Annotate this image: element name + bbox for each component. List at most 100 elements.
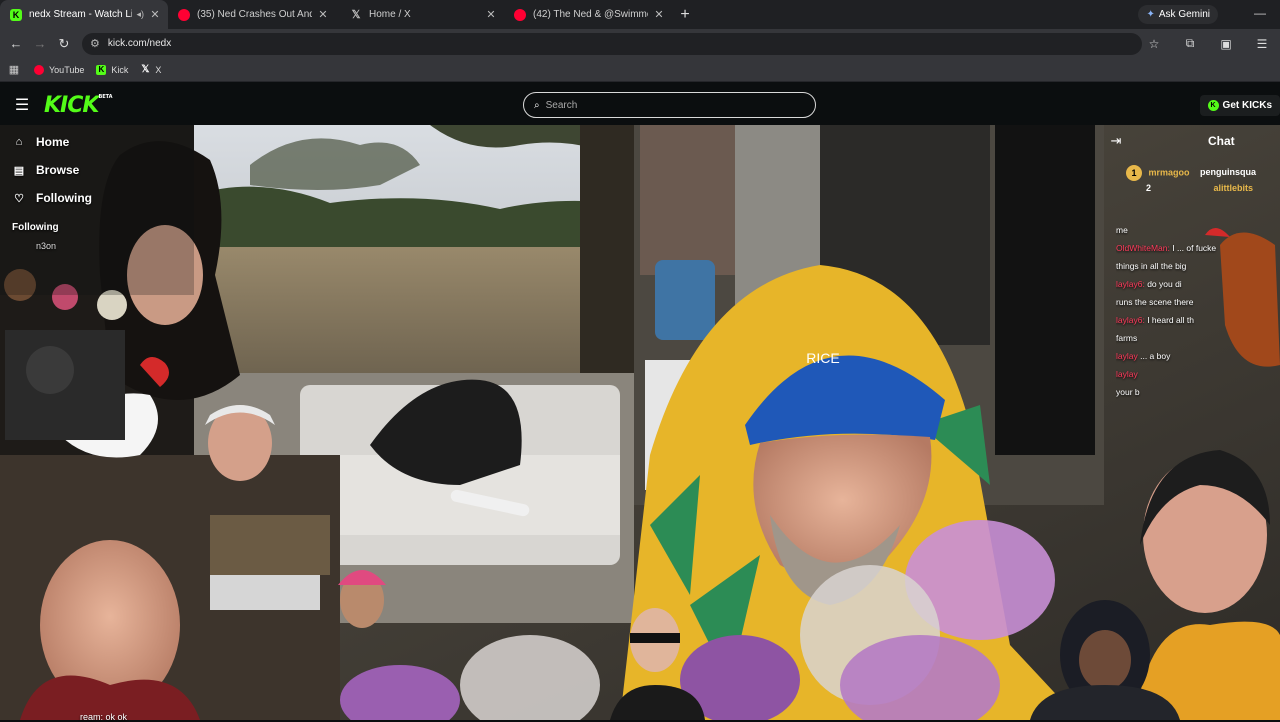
chat-username[interactable]: OldWhiteMan: — [1116, 243, 1170, 253]
hamburger-menu-icon[interactable]: ☰ — [0, 95, 44, 115]
chat-message: OldWhiteMan: I ... of fucke — [1116, 239, 1280, 257]
address-bar-row: ← → ↻ ⚙ kick.com/nedx ☆ ⧉ ▣ ☰ — [0, 29, 1280, 58]
side-panel-icon[interactable]: ▣ — [1208, 37, 1244, 51]
tab-title: (35) Ned Crashes Out And Start — [197, 9, 312, 20]
search-placeholder: Search — [545, 99, 578, 111]
gift-count: 2 — [1146, 183, 1152, 193]
youtube-favicon-icon — [34, 64, 44, 75]
bookmark-star-icon[interactable]: ☆ — [1136, 37, 1172, 51]
speaker-icon[interactable]: ◂) — [136, 9, 144, 20]
chat-panel: ⇥ Chat 1 mrmagoo penguinsqua 2 alittlebi… — [1098, 125, 1280, 425]
heart-icon: ♡ — [14, 192, 24, 205]
new-tab-button[interactable]: + — [672, 6, 698, 24]
kick-favicon-icon: K — [10, 8, 22, 21]
bookmark-kick[interactable]: K Kick — [96, 64, 129, 75]
sidebar-item-label: Home — [36, 135, 70, 149]
tab-title: nedx Stream - Watch Live o — [29, 9, 133, 20]
chat-message: runs the scene there — [1116, 293, 1280, 311]
chat-text: me — [1116, 225, 1128, 235]
x-favicon-icon: 𝕏 — [351, 9, 361, 21]
kick-header: ☰ KICKBETA ⌕ Search K Get KICKs — [0, 85, 1280, 125]
collapse-chat-icon[interactable]: ⇥ — [1098, 133, 1134, 149]
gifter-name[interactable]: mrmagoo — [1149, 167, 1190, 177]
kick-logo-text: KICK — [44, 92, 99, 118]
minimize-window-icon[interactable]: — — [1254, 6, 1266, 20]
extensions-icon[interactable]: ⧉ — [1172, 36, 1208, 51]
following-section-header: Following — [12, 222, 59, 233]
kicks-coin-icon: K — [1207, 100, 1219, 111]
chat-username[interactable]: laylay6: — [1116, 315, 1145, 325]
cap-lettering: RICE — [806, 350, 839, 366]
search-input[interactable]: ⌕ Search — [523, 92, 816, 118]
chat-message: things in all the big — [1116, 257, 1280, 275]
chat-text: ... a boy — [1137, 351, 1171, 361]
sidebar-item-label: Browse — [36, 163, 80, 177]
chat-message: your b — [1116, 383, 1280, 401]
browser-tab-bar: K nedx Stream - Watch Live o ◂) ✕ (35) N… — [0, 0, 1280, 29]
ask-gemini-button[interactable]: ✦ Ask Gemini — [1138, 5, 1218, 24]
close-tab-icon[interactable]: ✕ — [316, 8, 330, 21]
gemini-sparkle-icon: ✦ — [1146, 9, 1155, 20]
chat-text: do you di — [1144, 279, 1182, 289]
chat-text: runs the scene there — [1116, 297, 1194, 307]
bookmarks-bar: ▦ YouTube K Kick 𝕏 X — [0, 58, 1280, 82]
kick-beta-tag: BETA — [98, 93, 113, 100]
chat-message: laylay6: I heard all th — [1116, 311, 1280, 329]
ask-gemini-label: Ask Gemini — [1158, 9, 1210, 20]
sidebar-item-following[interactable]: ♡ Following — [0, 184, 100, 212]
kick-favicon-icon: K — [96, 64, 107, 75]
rank-badge: 1 — [1126, 165, 1142, 181]
stream-video-frame: RICE — [0, 125, 1280, 720]
search-icon: ⌕ — [534, 99, 540, 111]
chat-message: me — [1116, 221, 1280, 239]
sidebar-item-home[interactable]: ⌂ Home — [0, 128, 100, 156]
stream-video-player[interactable]: RICE — [0, 125, 1280, 720]
close-tab-icon[interactable]: ✕ — [652, 8, 666, 21]
bookmark-label: Kick — [111, 64, 129, 75]
chat-message: laylay ... a boy — [1116, 347, 1280, 365]
stream-overlay-caption: ream: ok ok — [80, 712, 128, 722]
tab-title: Home / X — [369, 9, 411, 20]
close-tab-icon[interactable]: ✕ — [148, 8, 162, 21]
bookmark-x[interactable]: 𝕏 X — [140, 64, 162, 75]
chat-text: I heard all th — [1144, 315, 1194, 325]
chat-username[interactable]: laylay6: — [1116, 279, 1145, 289]
chat-text: your b — [1116, 387, 1140, 397]
gifter-row: 1 mrmagoo penguinsqua — [1126, 165, 1256, 181]
tab-youtube-the-ned[interactable]: (42) The Ned & @SwimmerNick ✕ — [504, 0, 672, 29]
back-arrow-icon[interactable]: ← — [4, 36, 28, 51]
following-channel-n3on[interactable]: n3on — [0, 241, 100, 251]
apps-grid-icon[interactable]: ▦ — [0, 63, 28, 76]
youtube-favicon-icon — [178, 8, 190, 21]
tab-home-x[interactable]: 𝕏 Home / X ✕ — [336, 0, 504, 29]
menu-icon[interactable]: ☰ — [1244, 37, 1280, 51]
sidebar-item-label: Following — [36, 191, 92, 205]
sidebar-item-browse[interactable]: ▤ Browse — [0, 156, 100, 184]
close-tab-icon[interactable]: ✕ — [484, 8, 498, 21]
bookmark-youtube[interactable]: YouTube — [34, 64, 84, 75]
browser-actions: ☆ ⧉ ▣ ☰ — [1136, 29, 1280, 58]
chat-username[interactable]: laylay — [1116, 351, 1138, 361]
gifter-name[interactable]: alittlebits — [1214, 183, 1254, 193]
tab-youtube-ned-crashes[interactable]: (35) Ned Crashes Out And Start ✕ — [168, 0, 336, 29]
url-field[interactable]: ⚙ kick.com/nedx — [82, 32, 1142, 55]
kick-sidebar: ⌂ Home ▤ Browse ♡ Following Following n3… — [0, 128, 100, 288]
home-icon: ⌂ — [15, 136, 23, 148]
chat-header: ⇥ Chat — [1098, 125, 1280, 157]
get-kicks-button[interactable]: K Get KICKs — [1199, 95, 1280, 116]
reload-icon[interactable]: ↻ — [52, 36, 76, 52]
x-favicon-icon: 𝕏 — [141, 64, 150, 75]
gifter-name[interactable]: penguinsqua — [1200, 167, 1256, 177]
bookmark-label: X — [155, 64, 162, 75]
forward-arrow-icon[interactable]: → — [28, 36, 52, 51]
chat-text: farms — [1116, 333, 1138, 343]
youtube-favicon-icon — [514, 8, 526, 21]
browse-icon: ▤ — [13, 164, 25, 177]
kick-logo[interactable]: KICKBETA — [44, 93, 113, 118]
chat-top-gifters: 1 mrmagoo penguinsqua 2 alittlebits — [1126, 165, 1256, 193]
chat-text: things in all the big — [1116, 261, 1187, 271]
chat-username[interactable]: laylay — [1116, 369, 1138, 379]
site-settings-icon[interactable]: ⚙ — [90, 37, 100, 50]
chat-message: laylay6: do you di — [1116, 275, 1280, 293]
tab-nedx-stream[interactable]: K nedx Stream - Watch Live o ◂) ✕ — [0, 0, 168, 29]
